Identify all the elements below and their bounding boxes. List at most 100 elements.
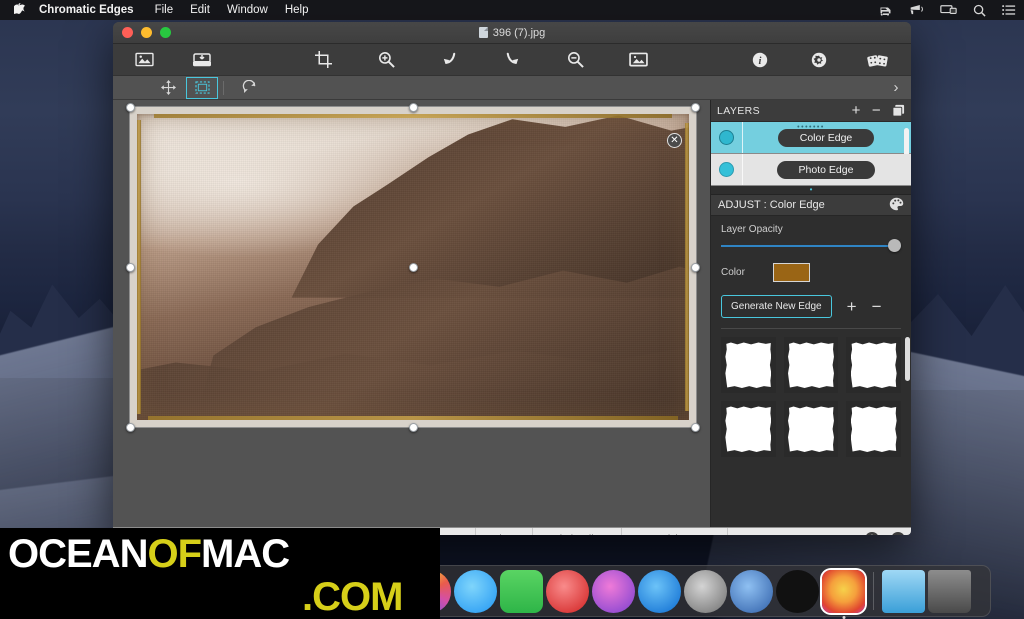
edge-thumbnail[interactable]: [846, 401, 901, 457]
fit-image-icon[interactable]: [622, 47, 656, 73]
save-image-icon[interactable]: [185, 47, 219, 73]
dock-item-itunes[interactable]: [592, 570, 635, 613]
tab-edges[interactable]: Edges: [476, 528, 533, 535]
printer-icon[interactable]: [878, 4, 893, 16]
settings-icon[interactable]: [802, 47, 836, 73]
screen-share-icon[interactable]: [940, 4, 957, 16]
watermark-line-2: .COM: [302, 575, 402, 619]
add-edge-button[interactable]: +: [847, 298, 857, 315]
edge-thumbnail[interactable]: [721, 401, 776, 457]
resize-handle-bc[interactable]: [409, 423, 418, 432]
right-panel: LAYERS + − ••••••• Color Edge Photo Edge: [710, 100, 911, 527]
resize-handle-tl[interactable]: [126, 103, 135, 112]
rotate-reset-icon[interactable]: [234, 78, 264, 98]
apple-logo-icon[interactable]: [14, 3, 25, 18]
edge-thumbnail[interactable]: [784, 337, 839, 393]
layer-visibility-toggle[interactable]: [720, 131, 733, 144]
layer-name-label[interactable]: Color Edge: [778, 129, 875, 147]
edge-thumbnail[interactable]: [721, 337, 776, 393]
crop-icon[interactable]: [307, 47, 341, 73]
opacity-slider-knob[interactable]: [888, 239, 901, 252]
remove-preset-label: −: [891, 532, 905, 536]
tab-gum-bichromate[interactable]: Gum Bichromate: [622, 528, 728, 535]
adjust-panel-body: Layer Opacity Color Generate New Edge + …: [711, 216, 911, 329]
add-preset-button[interactable]: +: [859, 528, 885, 535]
layer-name-label[interactable]: Photo Edge: [777, 161, 876, 179]
window-titlebar[interactable]: 396 (7).jpg: [113, 22, 911, 44]
watermark-mac: MAC: [201, 532, 289, 576]
zoom-in-icon[interactable]: [370, 47, 404, 73]
layers-panel-header: LAYERS + −: [711, 100, 911, 122]
search-icon[interactable]: [973, 4, 986, 17]
edge-thumbnail-grid: [711, 329, 911, 457]
expand-panel-arrow[interactable]: ›: [881, 78, 911, 98]
dock-item-do-not-disturb[interactable]: [546, 570, 589, 613]
move-tool-icon[interactable]: [153, 78, 183, 98]
edge-thumbnail-shape: [851, 406, 897, 452]
resize-handle-ml[interactable]: [126, 263, 135, 272]
color-swatch[interactable]: [773, 263, 810, 282]
adjust-panel-header: ADJUST : Color Edge: [711, 194, 911, 216]
app-window: 396 (7).jpg: [113, 22, 911, 535]
edge-thumbnail[interactable]: [784, 401, 839, 457]
dock-item-peak-app[interactable]: [730, 570, 773, 613]
menu-item-app[interactable]: Chromatic Edges: [39, 4, 134, 16]
select-tool-icon[interactable]: [187, 78, 217, 98]
menu-item-window[interactable]: Window: [227, 4, 268, 16]
add-layer-button[interactable]: +: [852, 104, 861, 117]
randomize-icon[interactable]: [861, 47, 895, 73]
list-icon[interactable]: [1002, 4, 1016, 16]
layer-opacity-slider[interactable]: [721, 239, 901, 253]
menu-item-edit[interactable]: Edit: [190, 4, 210, 16]
remove-layer-button[interactable]: −: [872, 104, 881, 117]
tab-gelatin-silver[interactable]: Gelatin Silver: [533, 528, 622, 535]
primary-toolbar: i: [113, 44, 911, 76]
layers-page-indicator: •: [711, 186, 911, 194]
dock-item-swirl-app[interactable]: [776, 570, 819, 613]
generate-row: Generate New Edge + −: [721, 295, 901, 318]
canvas-area[interactable]: ✕: [113, 100, 710, 527]
layer-visibility-toggle[interactable]: [720, 163, 733, 176]
color-palette-icon[interactable]: [889, 197, 904, 214]
photo-edge-bottom: [148, 416, 678, 420]
zoom-out-icon[interactable]: [559, 47, 593, 73]
open-image-icon[interactable]: [127, 47, 161, 73]
dock-item-app-store[interactable]: [638, 570, 681, 613]
photo-edge-left: [137, 120, 141, 414]
resize-handle-mr[interactable]: [691, 263, 700, 272]
dock-item-downloads-folder[interactable]: [882, 570, 925, 613]
generate-new-edge-button[interactable]: Generate New Edge: [721, 295, 832, 318]
remove-preset-button[interactable]: −: [885, 528, 911, 535]
layer-row-photo-edge[interactable]: Photo Edge: [711, 154, 911, 186]
window-title: 396 (7).jpg: [493, 27, 546, 39]
edge-thumbnail[interactable]: [846, 337, 901, 393]
redo-icon[interactable]: [496, 47, 530, 73]
next-tabs-arrow[interactable]: ▶: [728, 528, 762, 535]
svg-text:i: i: [759, 56, 762, 67]
dock-item-messages[interactable]: [454, 570, 497, 613]
remove-layer-badge[interactable]: ✕: [667, 133, 682, 148]
undo-icon[interactable]: [433, 47, 467, 73]
resize-handle-tr[interactable]: [691, 103, 700, 112]
menu-item-help[interactable]: Help: [285, 4, 309, 16]
layer-drag-dots[interactable]: •••••••: [711, 124, 911, 131]
edge-thumbnail-shape: [788, 406, 834, 452]
menu-item-file[interactable]: File: [155, 4, 174, 16]
dock-item-trash[interactable]: [928, 570, 971, 613]
duplicate-layer-icon[interactable]: [892, 104, 905, 117]
rotate-handle-center[interactable]: [409, 263, 418, 272]
broadcast-icon[interactable]: [909, 4, 924, 16]
app-running-indicator: [842, 616, 845, 619]
remove-edge-button[interactable]: −: [872, 298, 882, 315]
resize-handle-br[interactable]: [691, 423, 700, 432]
resize-handle-tc[interactable]: [409, 103, 418, 112]
edge-thumbnail-shape: [725, 406, 771, 452]
edge-grid-scrollbar[interactable]: [905, 337, 910, 381]
dock-item-chromatic-edges[interactable]: [822, 570, 865, 613]
info-icon[interactable]: i: [743, 47, 777, 73]
dock-item-facetime[interactable]: [500, 570, 543, 613]
resize-handle-bl[interactable]: [126, 423, 135, 432]
opacity-slider-track: [721, 245, 901, 247]
dock-item-system-preferences[interactable]: [684, 570, 727, 613]
layer-row-color-edge[interactable]: ••••••• Color Edge: [711, 122, 911, 154]
